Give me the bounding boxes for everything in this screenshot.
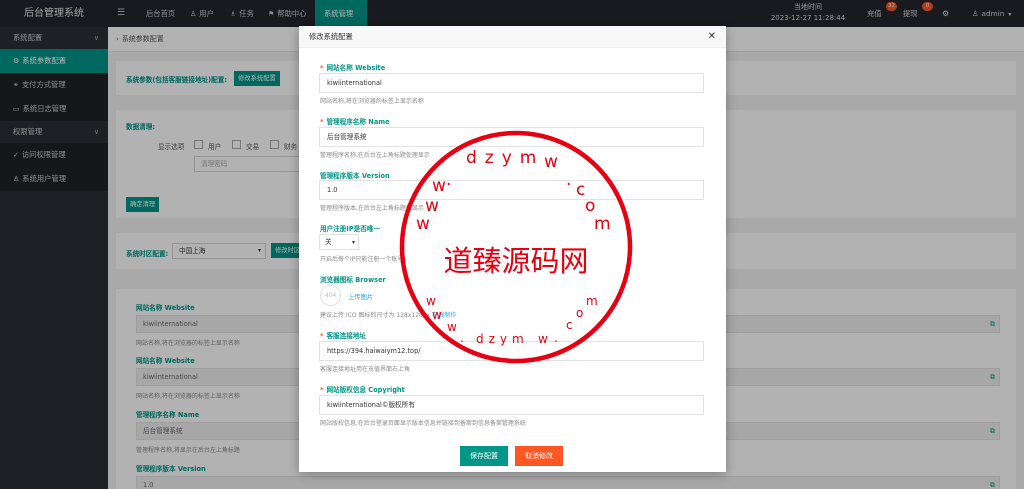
required-star: * [320, 64, 324, 72]
website-input[interactable]: kiwiinternational [319, 73, 704, 93]
ip-unique-hint: 开启后每个IP只能注册一个账号 [320, 256, 404, 263]
ip-unique-value: 关 [325, 238, 332, 246]
close-icon[interactable]: ✕ [708, 26, 716, 48]
upload-image-link[interactable]: 上传图片 [348, 292, 373, 301]
cancel-edit-button[interactable]: 取消修改 [515, 446, 563, 466]
app-root: 后台管理系统 ☰ 后台首页 ♙ 用户 ♗ 任务 ⚑ 帮助中心 系统管理 当地时间 20… [0, 0, 1024, 489]
save-config-button[interactable]: 保存配置 [460, 446, 508, 466]
name-label: * 管理程序名称 Name [320, 116, 390, 126]
copyright-input[interactable]: kiwiinternational©版权所有 [319, 395, 704, 415]
service-label-text: 客服连接地址 [326, 332, 367, 340]
ip-unique-select[interactable]: 关 ▾ [319, 234, 359, 250]
required-star: * [320, 386, 324, 394]
service-url-input[interactable]: https://394.haiwaiym12.top/ [319, 341, 704, 361]
service-hint: 客服连接地址用在充值界面右上角 [320, 366, 411, 373]
browser-icon-label: 浏览器图标 Browser [320, 276, 386, 284]
copyright-hint: 网站版权信息,在后台登录页面显示版本信息并链接到备案到信息备案管理系统 [320, 420, 526, 427]
favicon-preview: 404 [320, 285, 341, 306]
edit-config-modal: 修改系统配置 ✕ * 网站名称 Website kiwiinternational… [299, 26, 726, 472]
browser-hint-text: 建议上传 ICO 图标的尺寸为 128x128px [320, 312, 431, 319]
website-label: * 网站名称 Website [320, 62, 385, 72]
required-star: * [320, 332, 324, 340]
service-label: * 客服连接地址 [320, 330, 366, 340]
copyright-label-text: 网站版权信息 Copyright [326, 386, 405, 394]
version-label: 管理程序版本 Version [320, 172, 390, 180]
ip-unique-label: 用户注册IP是否唯一 [320, 225, 381, 233]
chevron-down-icon: ▾ [351, 239, 355, 246]
name-input[interactable]: 后台管理系统 [319, 127, 704, 147]
online-make-link[interactable]: 在线制作 [432, 312, 456, 319]
website-hint: 网站名称,将在浏览器的标签上显示名称 [320, 98, 424, 105]
version-hint: 管理程序版本,在后台左上角标题处显示 [320, 205, 424, 212]
version-input[interactable]: 1.0 [319, 180, 704, 200]
website-label-text: 网站名称 Website [326, 64, 386, 72]
name-hint: 管理程序名称,在后台左上角标题处理显示 [320, 152, 430, 159]
copyright-label: * 网站版权信息 Copyright [320, 384, 405, 394]
required-star: * [320, 118, 324, 126]
browser-icon-hint: 建议上传 ICO 图标的尺寸为 128x128px 在线制作 [320, 310, 456, 319]
name-label-text: 管理程序名称 Name [326, 118, 390, 126]
modal-title: 修改系统配置 [309, 32, 353, 41]
modal-header: 修改系统配置 ✕ [299, 26, 726, 48]
